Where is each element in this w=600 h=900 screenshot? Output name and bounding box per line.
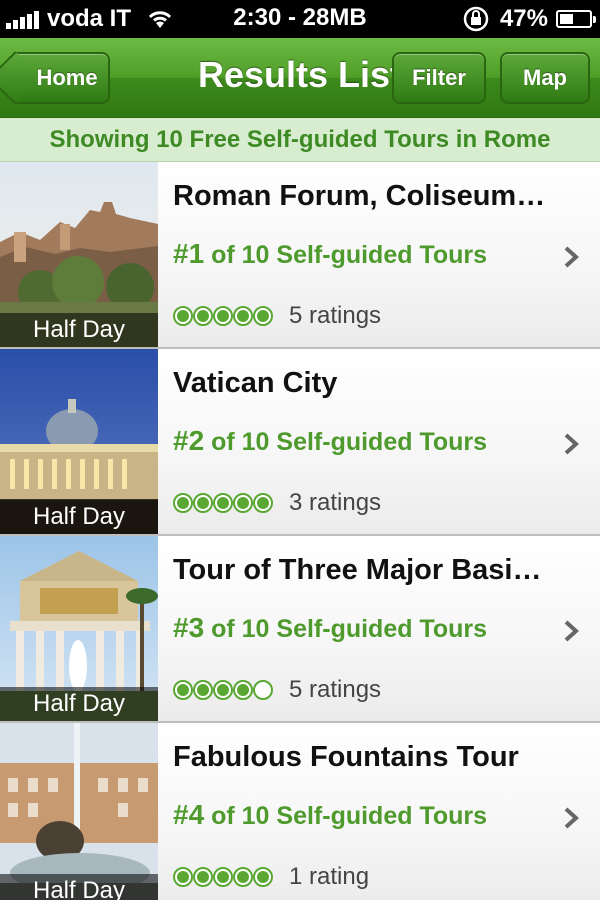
result-row[interactable]: Half Day Tour of Three Major Basi… #3 of…: [0, 536, 600, 723]
rating-bubble-filled: [233, 680, 253, 700]
chevron-right-icon: [564, 433, 579, 455]
rating-bubble-filled: [233, 867, 253, 887]
rating-bubble-filled: [213, 306, 233, 326]
ratings-count: 3 ratings: [289, 489, 382, 516]
rating-bubble-filled: [193, 867, 213, 887]
tour-rank: #4 of 10 Self-guided Tours: [173, 799, 487, 831]
rank-number: #2: [173, 425, 205, 456]
rating-bubble-filled: [173, 493, 193, 513]
results-list: Half Day Roman Forum, Coliseum… #1 of 10…: [0, 162, 600, 900]
result-row[interactable]: Half Day Fabulous Fountains Tour #4 of 1…: [0, 723, 600, 900]
result-row[interactable]: Half Day Roman Forum, Coliseum… #1 of 10…: [0, 162, 600, 349]
battery-icon: [556, 10, 596, 28]
tour-thumbnail: Half Day: [0, 723, 158, 900]
rating-bubble-filled: [253, 493, 273, 513]
tour-title: Vatican City: [173, 367, 338, 399]
tour-title: Roman Forum, Coliseum…: [173, 180, 546, 212]
filter-button[interactable]: Filter: [392, 52, 486, 104]
tour-thumbnail: Half Day: [0, 536, 158, 721]
rating-bubble-filled: [193, 306, 213, 326]
tour-rank: #1 of 10 Self-guided Tours: [173, 238, 487, 270]
rank-suffix: of 10 Self-guided Tours: [204, 241, 488, 269]
rating: 5 ratings: [173, 302, 381, 330]
rating-bubble-empty: [253, 680, 273, 700]
rating-bubble-filled: [213, 680, 233, 700]
rating-bubble-filled: [213, 867, 233, 887]
ratings-count: 1 rating: [289, 863, 370, 890]
rating-bubble-filled: [233, 306, 253, 326]
rank-suffix: of 10 Self-guided Tours: [204, 802, 488, 830]
ratings-count: 5 ratings: [289, 676, 382, 703]
rating-bubble-filled: [233, 493, 253, 513]
rating-bubbles-icon: [173, 867, 273, 887]
home-button-label: Home: [36, 65, 98, 90]
battery-percent: 47%: [499, 5, 548, 32]
result-row[interactable]: Half Day Vatican City #2 of 10 Self-guid…: [0, 349, 600, 536]
rating: 1 rating: [173, 863, 369, 891]
duration-label: Half Day: [0, 687, 158, 721]
tour-rank: #2 of 10 Self-guided Tours: [173, 425, 487, 457]
ratings-count: 5 ratings: [289, 302, 382, 329]
rating-bubble-filled: [193, 493, 213, 513]
rating-bubble-filled: [253, 867, 273, 887]
rating-bubble-filled: [173, 867, 193, 887]
rating-bubbles-icon: [173, 680, 273, 700]
rating-bubble-filled: [173, 306, 193, 326]
tour-title: Fabulous Fountains Tour: [173, 741, 519, 773]
rating-bubble-filled: [253, 306, 273, 326]
rank-number: #3: [173, 612, 205, 643]
rating-bubbles-icon: [173, 306, 273, 326]
rating-bubble-filled: [213, 493, 233, 513]
rotation-lock-icon: [463, 6, 489, 32]
rating: 3 ratings: [173, 489, 381, 517]
duration-label: Half Day: [0, 500, 158, 534]
tour-rank: #3 of 10 Self-guided Tours: [173, 612, 487, 644]
duration-label: Half Day: [0, 874, 158, 900]
rank-number: #4: [173, 799, 205, 830]
map-button[interactable]: Map: [500, 52, 590, 104]
results-summary: Showing 10 Free Self-guided Tours in Rom…: [0, 118, 600, 162]
tour-title: Tour of Three Major Basi…: [173, 554, 542, 586]
rating-bubble-filled: [193, 680, 213, 700]
duration-label: Half Day: [0, 313, 158, 347]
tour-thumbnail: Half Day: [0, 349, 158, 534]
chevron-right-icon: [564, 620, 579, 642]
rating: 5 ratings: [173, 676, 381, 704]
chevron-right-icon: [564, 246, 579, 268]
rating-bubbles-icon: [173, 493, 273, 513]
rating-bubble-filled: [173, 680, 193, 700]
navigation-bar: Home Results List Filter Map: [0, 38, 600, 118]
tour-thumbnail: Half Day: [0, 162, 158, 347]
rank-number: #1: [173, 238, 205, 269]
chevron-right-icon: [564, 807, 579, 829]
rank-suffix: of 10 Self-guided Tours: [204, 615, 488, 643]
rank-suffix: of 10 Self-guided Tours: [204, 428, 488, 456]
status-bar: voda IT 2:30 - 28MB 47%: [0, 0, 600, 38]
